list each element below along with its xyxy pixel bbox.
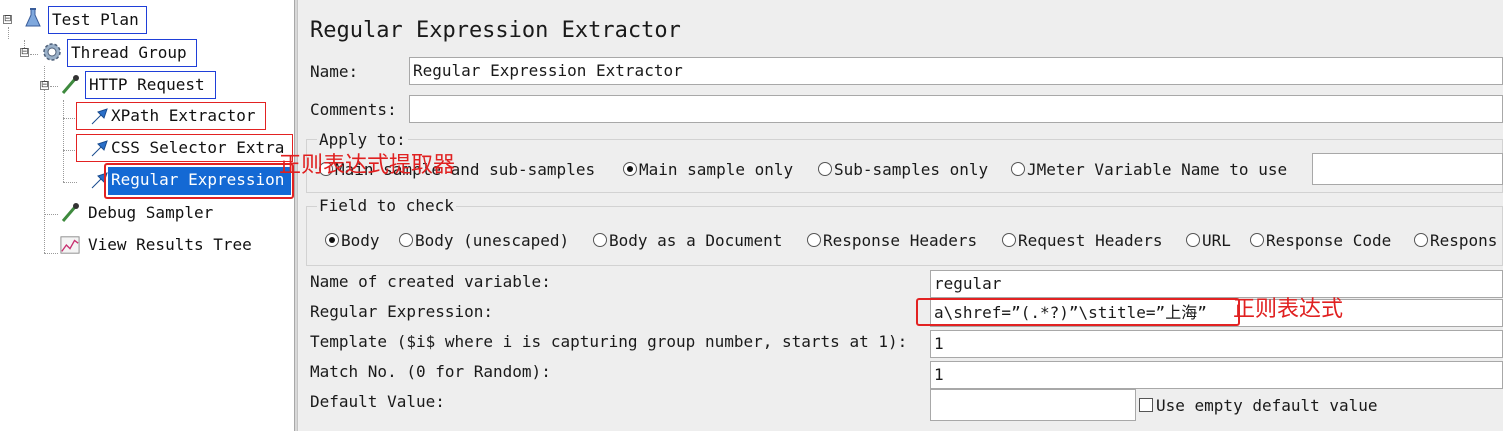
radio-sub-samples-only[interactable]: Sub-samples only (818, 160, 988, 179)
radio-label: JMeter Variable Name to use (1027, 160, 1288, 179)
tree-node-label: HTTP Request (85, 71, 216, 99)
radio-button-selected (623, 162, 637, 176)
pipette-icon (61, 75, 79, 94)
comments-input[interactable] (409, 95, 1503, 123)
radio-main-sample-only[interactable]: Main sample only (623, 160, 793, 179)
radio-label: Response Headers (823, 231, 978, 250)
comments-label: Comments: (310, 100, 397, 119)
tree-line (8, 27, 9, 39)
tree-node-label: CSS Selector Extra (76, 134, 293, 162)
radio-url[interactable]: URL (1186, 231, 1231, 250)
tree-node-label: Thread Group (67, 39, 197, 67)
radio-button-selected (325, 233, 339, 247)
radio-label: Body as a Document (609, 231, 783, 250)
name-input[interactable]: Regular Expression Extractor (409, 57, 1503, 85)
name-label: Name: (310, 62, 359, 81)
radio-button (1002, 233, 1016, 247)
radio-response-message[interactable]: Respons (1414, 231, 1503, 250)
tree-line (44, 66, 45, 253)
radio-button (1186, 233, 1200, 247)
created-variable-label: Name of created variable: (310, 272, 551, 291)
tree-node-label: Debug Sampler (88, 203, 214, 222)
collapse-toggle-test-plan[interactable]: ⊟ (3, 15, 12, 24)
use-empty-default-checkbox[interactable]: Use empty default value (1139, 396, 1378, 415)
tree-line (44, 214, 58, 215)
tree-line (44, 253, 58, 254)
radio-button (807, 233, 821, 247)
tree-line (63, 150, 77, 151)
radio-label: URL (1202, 231, 1231, 250)
radio-response-code[interactable]: Response Code (1250, 231, 1391, 250)
annotation-extractor-note: 正则表达式提取器 (279, 153, 456, 178)
tree-line (63, 100, 64, 182)
radio-response-headers[interactable]: Response Headers (807, 231, 977, 250)
collapse-toggle-thread-group[interactable]: ⊟ (20, 48, 29, 57)
checkbox-label: Use empty default value (1156, 396, 1378, 415)
default-value-input[interactable] (930, 389, 1136, 421)
gear-icon (43, 43, 61, 61)
radio-body-as-document[interactable]: Body as a Document (593, 231, 782, 250)
checkbox-box (1139, 398, 1153, 412)
match-no-label: Match No. (0 for Random): (310, 362, 551, 381)
radio-button (1011, 162, 1025, 176)
tree-line (63, 182, 77, 183)
split-pane-divider[interactable] (294, 0, 298, 431)
tree-node-label: XPath Extractor (76, 102, 266, 130)
radio-label: Main sample only (639, 160, 794, 179)
radio-label: Respons (1430, 231, 1498, 250)
radio-button (399, 233, 413, 247)
regex-label: Regular Expression: (310, 302, 494, 321)
match-no-input[interactable]: 1 (930, 361, 1503, 389)
tree-line (30, 54, 38, 55)
flask-icon (25, 8, 41, 27)
test-plan-tree[interactable]: ⊟ ⊟ ⊟ Test Plan Thread Group HTTP Reques… (0, 0, 294, 431)
default-value-label: Default Value: (310, 392, 445, 411)
panel-title: Regular Expression Extractor (310, 18, 681, 43)
pipette-icon (61, 203, 79, 222)
radio-jmeter-variable[interactable]: JMeter Variable Name to use (1011, 160, 1287, 179)
radio-button (593, 233, 607, 247)
regex-extractor-panel: Regular Expression Extractor Name: Regul… (299, 0, 1503, 431)
chart-icon (60, 236, 80, 254)
field-to-check-legend: Field to check (317, 196, 456, 215)
annotation-regex-note: 正则表达式 (1233, 297, 1344, 322)
template-input[interactable]: 1 (930, 330, 1503, 358)
template-label: Template ($i$ where i is capturing group… (310, 332, 908, 351)
tree-node-label: View Results Tree (88, 235, 252, 254)
radio-button (1250, 233, 1264, 247)
radio-label: Body (unescaped) (415, 231, 570, 250)
radio-label: Body (341, 231, 380, 250)
tree-node-label: Test Plan (48, 6, 147, 34)
radio-body-unescaped[interactable]: Body (unescaped) (399, 231, 569, 250)
tree-line (50, 86, 58, 87)
radio-button (818, 162, 832, 176)
tree-node-label: Regular Expression (108, 167, 291, 195)
jmeter-variable-input[interactable] (1312, 153, 1503, 185)
radio-label: Request Headers (1018, 231, 1163, 250)
collapse-toggle-http-request[interactable]: ⊟ (40, 81, 49, 90)
radio-request-headers[interactable]: Request Headers (1002, 231, 1163, 250)
radio-label: Sub-samples only (834, 160, 989, 179)
radio-button (1414, 233, 1428, 247)
radio-label: Response Code (1266, 231, 1392, 250)
tree-line (63, 118, 77, 119)
annotation-highlight-box (916, 298, 1240, 326)
created-variable-input[interactable]: regular (930, 270, 1503, 298)
radio-body[interactable]: Body (325, 231, 380, 250)
